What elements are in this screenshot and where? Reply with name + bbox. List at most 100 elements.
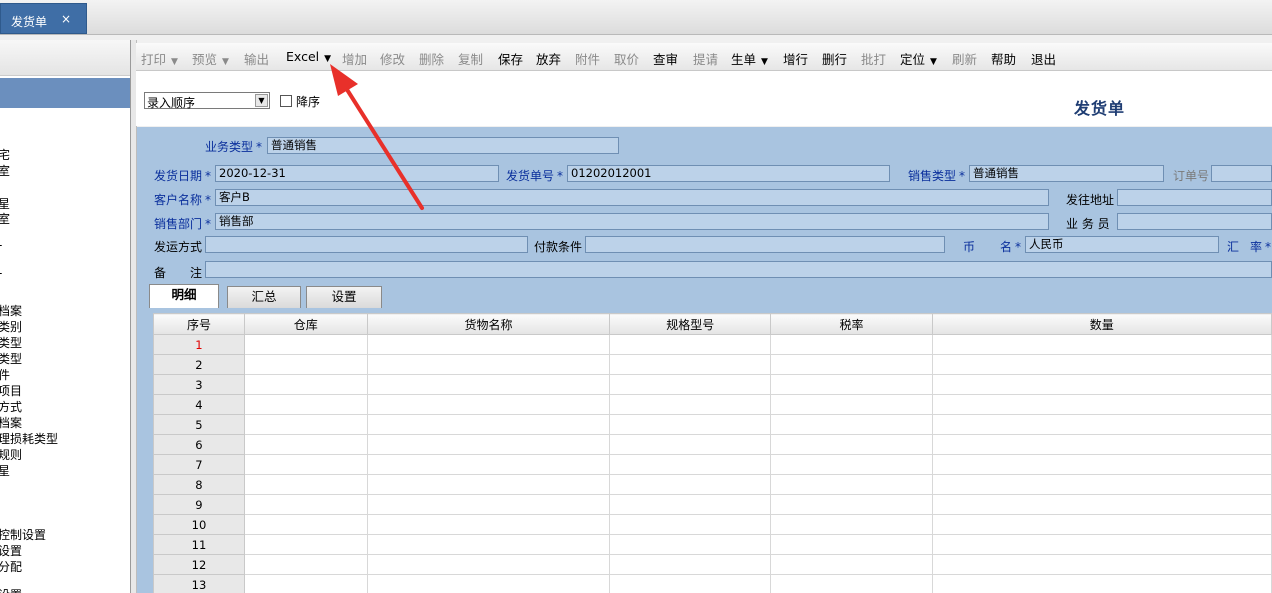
nav-item-settings[interactable]: 设置 (0, 542, 22, 559)
row-number[interactable]: 11 (153, 534, 245, 555)
grid-cell[interactable] (609, 494, 772, 515)
row-number[interactable]: 9 (153, 494, 245, 515)
salesperson-field[interactable] (1117, 213, 1272, 230)
row-number[interactable]: 4 (153, 394, 245, 415)
delete-button[interactable]: 删除 (419, 49, 444, 68)
grid-cell[interactable] (609, 354, 772, 375)
grid-cell[interactable] (931, 494, 1272, 515)
row-number[interactable]: 10 (153, 514, 245, 535)
help-button[interactable]: 帮助 (991, 49, 1016, 68)
ship-method-field[interactable] (205, 236, 528, 253)
column-header-spec[interactable]: 规格型号 (609, 313, 772, 335)
grid-cell[interactable] (366, 474, 611, 495)
grid-cell[interactable] (366, 334, 611, 355)
grid-cell[interactable] (609, 374, 772, 395)
grid-cell[interactable] (609, 554, 772, 575)
grid-cell[interactable] (243, 474, 368, 495)
table-row[interactable]: 12 (153, 554, 1272, 575)
close-icon[interactable]: × (61, 12, 71, 26)
request-button[interactable]: 提请 (693, 49, 718, 68)
order-no-field[interactable] (1211, 165, 1272, 182)
grid-cell[interactable] (609, 454, 772, 475)
grid-cell[interactable] (243, 494, 368, 515)
refresh-button[interactable]: 刷新 (952, 49, 977, 68)
grid-cell[interactable] (243, 454, 368, 475)
grid-cell[interactable] (770, 454, 933, 475)
grid-cell[interactable] (770, 414, 933, 435)
grid-cell[interactable] (243, 514, 368, 535)
grid-cell[interactable] (770, 494, 933, 515)
table-row[interactable]: 1 (153, 334, 1272, 355)
delete-row-button[interactable]: 删行 (822, 49, 847, 68)
grid-cell[interactable] (770, 354, 933, 375)
grid-cell[interactable] (770, 374, 933, 395)
table-row[interactable]: 5 (153, 414, 1272, 435)
row-number[interactable]: 12 (153, 554, 245, 575)
row-number[interactable]: 3 (153, 374, 245, 395)
output-button[interactable]: 输出 (244, 49, 269, 68)
copy-button[interactable]: 复制 (458, 49, 483, 68)
grid-cell[interactable] (609, 474, 772, 495)
nav-item-fragment[interactable]: 室 (0, 210, 10, 227)
column-header-goods-name[interactable]: 货物名称 (366, 313, 611, 335)
print-button[interactable]: 打印 ▼ (141, 49, 178, 68)
grid-cell[interactable] (770, 534, 933, 555)
sort-order-select[interactable]: 录入顺序 ▼ (144, 92, 270, 110)
grid-cell[interactable] (366, 574, 611, 593)
descending-checkbox[interactable] (280, 95, 292, 107)
grid-cell[interactable] (609, 394, 772, 415)
payment-terms-field[interactable] (585, 236, 945, 253)
grid-cell[interactable] (609, 514, 772, 535)
nav-item-allocation[interactable]: 分配 (0, 558, 22, 575)
chevron-down-icon[interactable]: ▼ (171, 57, 178, 67)
business-type-field[interactable]: 普通销售 (267, 137, 619, 154)
row-number[interactable]: 5 (153, 414, 245, 435)
chevron-down-icon[interactable]: ▼ (761, 57, 768, 67)
exit-button[interactable]: 退出 (1031, 49, 1056, 68)
column-header-seq[interactable]: 序号 (153, 313, 245, 335)
table-row[interactable]: 3 (153, 374, 1272, 395)
tab-settings[interactable]: 设置 (306, 286, 382, 308)
sales-type-field[interactable]: 普通销售 (969, 165, 1164, 182)
table-row[interactable]: 7 (153, 454, 1272, 475)
table-row[interactable]: 6 (153, 434, 1272, 455)
nav-item-archive[interactable]: 档案 (0, 302, 22, 319)
grid-cell[interactable] (770, 554, 933, 575)
row-number[interactable]: 6 (153, 434, 245, 455)
nav-item-fragment[interactable]: - (0, 266, 2, 280)
table-row[interactable]: 9 (153, 494, 1272, 515)
row-number[interactable]: 7 (153, 454, 245, 475)
grid-cell[interactable] (770, 394, 933, 415)
grid-cell[interactable] (770, 514, 933, 535)
grid-cell[interactable] (931, 474, 1272, 495)
table-row[interactable]: 8 (153, 474, 1272, 495)
grid-cell[interactable] (243, 394, 368, 415)
modify-button[interactable]: 修改 (380, 49, 405, 68)
grid-cell[interactable] (243, 434, 368, 455)
attachment-button[interactable]: 附件 (575, 49, 600, 68)
column-header-warehouse[interactable]: 仓库 (243, 313, 368, 335)
column-header-quantity[interactable]: 数量 (931, 313, 1272, 335)
chevron-down-icon[interactable]: ▼ (324, 54, 331, 64)
grid-cell[interactable] (243, 354, 368, 375)
nav-item-piece[interactable]: 件 (0, 366, 10, 383)
review-button[interactable]: 查审 (653, 49, 678, 68)
add-row-button[interactable]: 增行 (783, 49, 808, 68)
grid-cell[interactable] (770, 334, 933, 355)
nav-item-type-b[interactable]: 类型 (0, 350, 22, 367)
grid-cell[interactable] (366, 514, 611, 535)
excel-button[interactable]: Excel ▼ (286, 49, 331, 64)
locate-button[interactable]: 定位 ▼ (900, 49, 937, 68)
grid-cell[interactable] (609, 574, 772, 593)
chevron-down-icon[interactable]: ▼ (255, 94, 268, 107)
table-row[interactable]: 10 (153, 514, 1272, 535)
chevron-down-icon[interactable]: ▼ (930, 57, 937, 67)
ship-date-field[interactable]: 2020-12-31 (215, 165, 499, 182)
nav-item-settings-2[interactable]: 设置 (0, 586, 22, 593)
grid-cell[interactable] (243, 374, 368, 395)
nav-item-type-a[interactable]: 类型 (0, 334, 22, 351)
nav-item-fragment[interactable]: 宅 (0, 146, 10, 163)
grid-cell[interactable] (770, 474, 933, 495)
nav-item-fragment[interactable]: 星 (0, 462, 10, 479)
grid-cell[interactable] (243, 554, 368, 575)
